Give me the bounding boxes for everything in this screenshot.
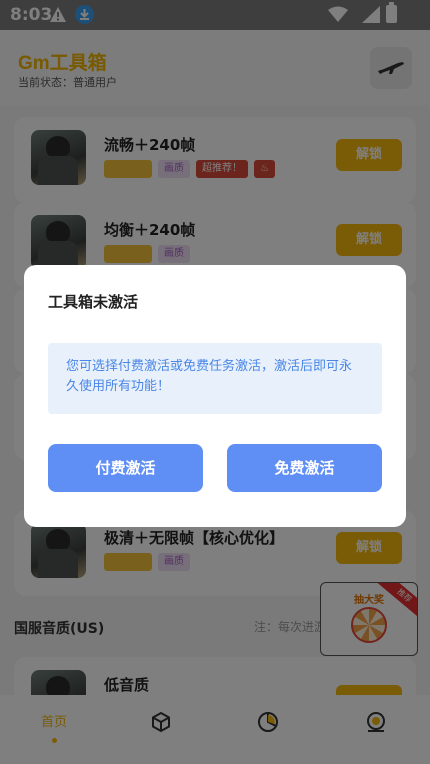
free-activation-button[interactable]: 免费激活 <box>227 444 382 492</box>
paid-activation-button[interactable]: 付费激活 <box>48 444 203 492</box>
dialog-title: 工具箱未激活 <box>48 293 139 311</box>
activation-dialog: 工具箱未激活 您可选择付费激活或免费任务激活，激活后即可永久使用所有功能！ 付费… <box>24 265 406 527</box>
dialog-message: 您可选择付费激活或免费任务激活，激活后即可永久使用所有功能！ <box>48 343 382 414</box>
